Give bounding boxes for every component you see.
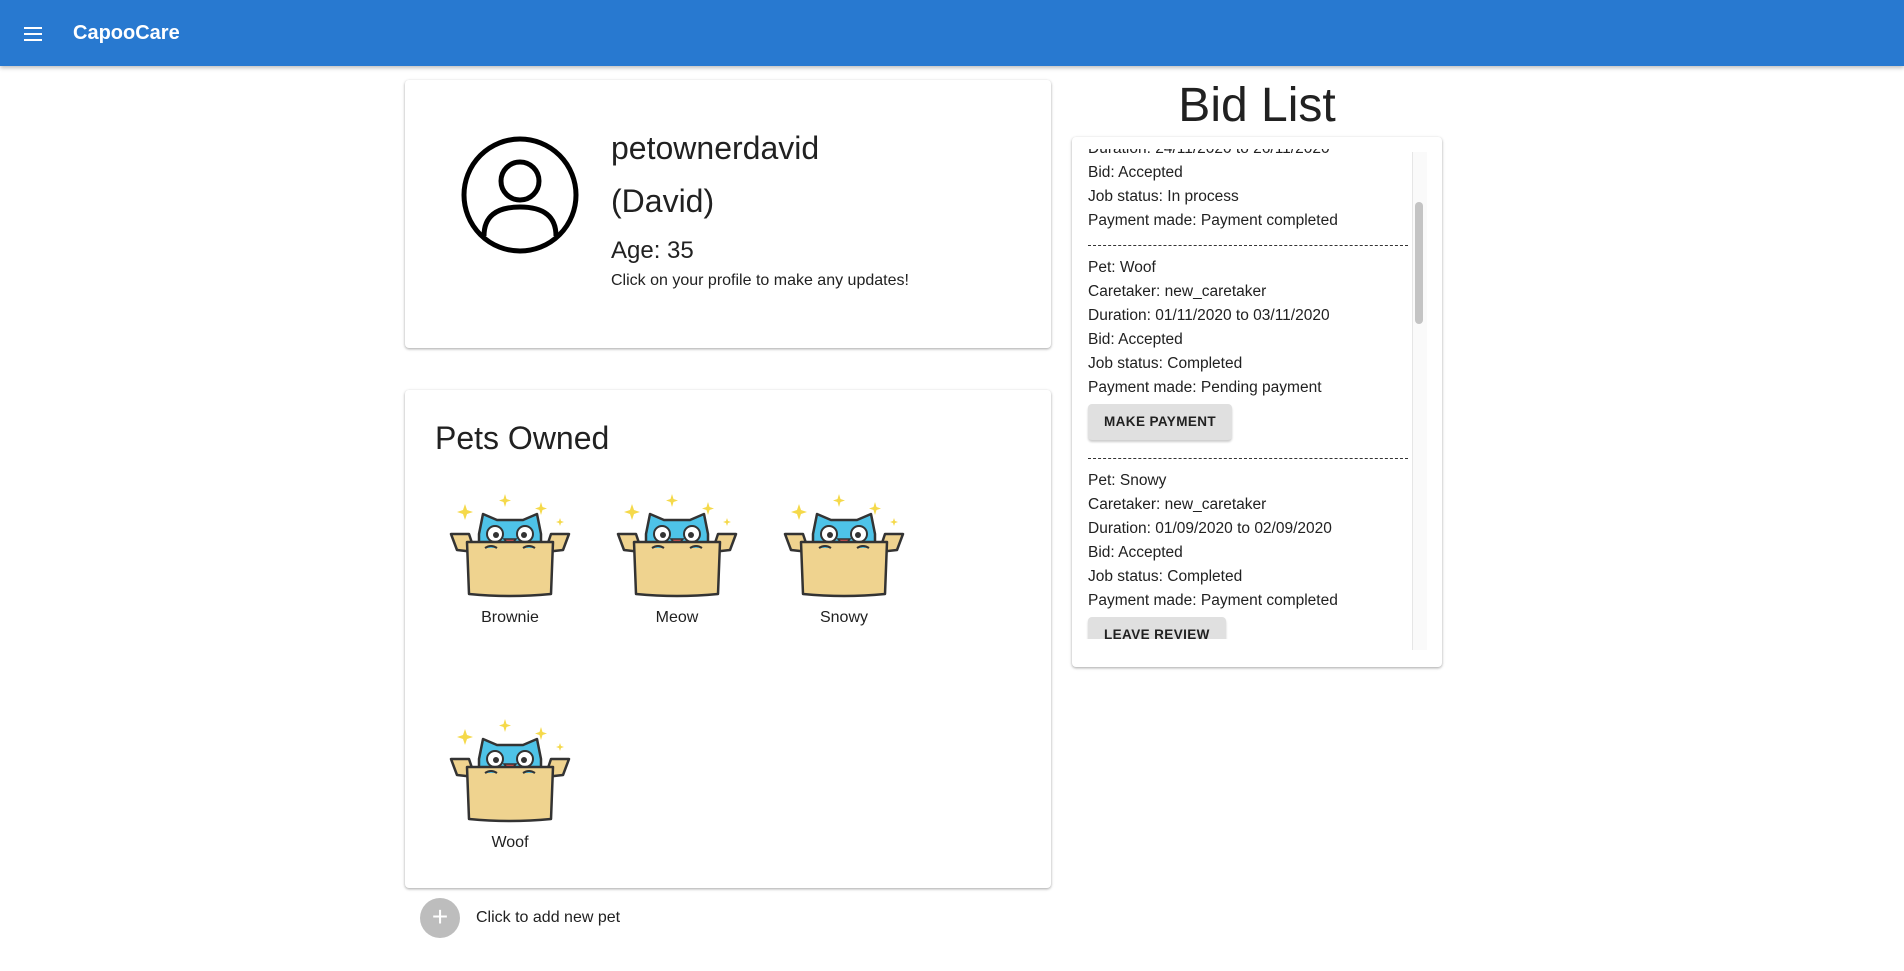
bid-job-status: Job status: In process [1088,188,1239,205]
menu-icon[interactable] [18,19,48,49]
bid-payment: Payment made: Pending payment [1088,379,1322,396]
profile-hint: Click on your profile to make any update… [611,272,909,289]
profile-card[interactable]: petownerdavid (David) Age: 35 Click on y… [405,80,1051,348]
bid-pet: Pet: Snowy [1088,472,1167,489]
pet-card-meow[interactable]: Meow [612,490,742,627]
divider [1088,458,1408,459]
profile-age: Age: 35 [611,237,694,264]
bid-entry: Duration: 24/11/2020 to 26/11/2020 Bid: … [1088,149,1408,233]
make-payment-button[interactable]: MAKE PAYMENT [1088,404,1233,440]
pets-card: Pets Owned Brownie Meow Snowy Woof [405,390,1051,888]
scrollbar-thumb[interactable] [1415,202,1423,324]
bid-entry: Pet: Snowy Caretaker: new_caretaker Dura… [1088,469,1408,639]
capoo-cat-icon [449,492,571,598]
pets-title: Pets Owned [435,420,610,456]
bid-job-status: Job status: Completed [1088,355,1243,372]
pet-card-snowy[interactable]: Snowy [779,490,909,627]
bid-payment: Payment made: Payment completed [1088,592,1338,609]
capoo-cat-icon [783,492,905,598]
pet-name: Snowy [819,609,869,626]
app-title[interactable]: CapooCare [73,22,180,45]
bid-entry: Pet: Woof Caretaker: new_caretaker Durat… [1088,256,1408,446]
pet-card-brownie[interactable]: Brownie [445,490,575,627]
add-icon[interactable]: + [420,898,460,938]
bid-caretaker: Caretaker: new_caretaker [1088,283,1267,300]
app-bar: CapooCare [0,0,1904,66]
bid-payment: Payment made: Payment completed [1088,212,1338,229]
leave-review-button[interactable]: LEAVE REVIEW [1088,617,1226,639]
bid-status: Bid: Accepted [1088,164,1183,181]
bid-caretaker: Caretaker: new_caretaker [1088,496,1267,513]
bid-list-scroll[interactable]: Duration: 24/11/2020 to 26/11/2020 Bid: … [1072,149,1442,639]
pet-name: Meow [655,609,699,626]
pet-name: Woof [491,834,529,851]
bid-status: Bid: Accepted [1088,331,1183,348]
pet-card-woof[interactable]: Woof [445,715,575,852]
capoo-cat-icon [616,492,738,598]
add-pet-label: Click to add new pet [476,909,621,926]
account-circle-icon[interactable] [460,135,580,255]
bid-list: Duration: 24/11/2020 to 26/11/2020 Bid: … [1088,149,1408,639]
bid-duration: Duration: 01/11/2020 to 03/11/2020 [1088,307,1330,324]
bid-pet: Pet: Woof [1088,259,1156,276]
capoo-cat-icon [449,717,571,823]
bid-list-card: Duration: 24/11/2020 to 26/11/2020 Bid: … [1072,137,1442,667]
bid-list-title: Bid List [1178,79,1336,132]
profile-full-name: (David) [611,183,715,219]
bid-job-status: Job status: Completed [1088,568,1243,585]
bid-duration: Duration: 24/11/2020 to 26/11/2020 [1088,149,1408,161]
bid-duration: Duration: 01/09/2020 to 02/09/2020 [1088,520,1332,537]
bid-status: Bid: Accepted [1088,544,1183,561]
pet-name: Brownie [481,609,539,626]
profile-username: petownerdavid [611,130,820,166]
divider [1088,245,1408,246]
